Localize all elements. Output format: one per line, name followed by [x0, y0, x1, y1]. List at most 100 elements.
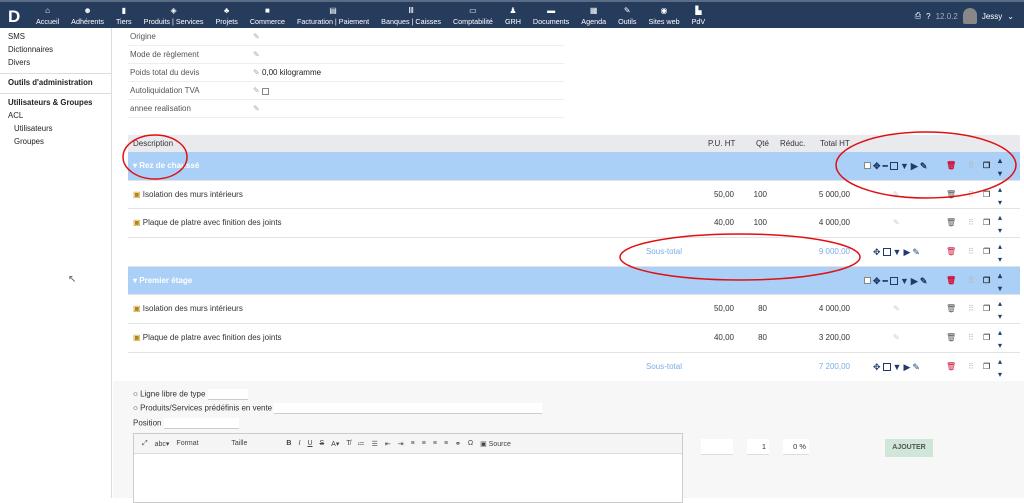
move-up-down-arrows[interactable]: ▴ ▾ — [998, 240, 1002, 266]
move-up-down-arrows[interactable]: ▴ ▾ — [998, 326, 1002, 352]
align-left-icon[interactable]: ≡ — [411, 440, 415, 447]
move-icon[interactable]: ✥ — [873, 238, 881, 266]
edit-pencil-icon[interactable]: ✎ — [920, 267, 928, 295]
size-select[interactable]: Taille — [231, 440, 279, 447]
delete-icon[interactable]: 🗑 — [946, 152, 956, 180]
frame-icon[interactable] — [882, 362, 891, 371]
special-char-icon[interactable]: Ω — [468, 440, 473, 447]
bold-button[interactable]: B — [286, 440, 291, 447]
app-logo[interactable]: D — [8, 7, 20, 27]
edit-pencil-icon[interactable]: ✎ — [893, 209, 900, 237]
drag-grip-icon[interactable]: ⠿ — [968, 267, 974, 295]
sidebar-item-groups[interactable]: Groupes — [0, 135, 111, 148]
clone-icon[interactable]: ❐ — [983, 238, 990, 266]
clone-icon[interactable]: ❐ — [983, 209, 990, 237]
delete-icon[interactable]: 🗑 — [946, 238, 956, 266]
clone-icon[interactable]: ❐ — [983, 353, 990, 381]
italic-button[interactable]: I — [298, 440, 300, 447]
move-icon[interactable]: ✥ — [873, 152, 881, 180]
numbered-list-icon[interactable]: ≔ — [358, 440, 365, 448]
predefined-option[interactable]: ○ Produits/Services prédéfinis en vente — [133, 403, 543, 414]
move-up-down-arrows[interactable]: ▴ ▾ — [998, 355, 1002, 381]
nav-item[interactable]: ■ Commerce — [244, 2, 291, 26]
delete-icon[interactable]: 🗑 — [946, 209, 956, 237]
clone-icon[interactable]: ❐ — [983, 324, 990, 352]
nav-item[interactable]: ▬ Documents — [527, 2, 575, 26]
align-center-icon[interactable]: ≡ — [422, 440, 426, 447]
sidebar-item-misc[interactable]: Divers — [0, 56, 111, 69]
sidebar-item-admin-tools[interactable]: Outils d'administration — [0, 73, 111, 89]
nav-item[interactable]: Ⅲ Banques | Caisses — [375, 2, 447, 26]
nav-item[interactable]: ♟ GRH — [499, 2, 527, 26]
sidebar-item-acl[interactable]: ACL — [0, 109, 111, 122]
filter-icon[interactable]: ▼ — [900, 152, 909, 180]
drag-grip-icon[interactable]: ⠿ — [968, 209, 974, 237]
user-menu[interactable]: Jessy — [982, 12, 1002, 21]
remove-format-icon[interactable]: T̸ — [346, 440, 350, 447]
edit-pencil-icon[interactable]: ✎ — [893, 295, 900, 323]
frame-icon[interactable] — [882, 248, 891, 257]
move-up-down-arrows[interactable]: ▴ ▾ — [998, 297, 1002, 323]
outdent-icon[interactable]: ⇤ — [385, 440, 391, 448]
avatar[interactable] — [962, 8, 977, 24]
select-checkbox[interactable] — [864, 276, 871, 284]
nav-item[interactable]: ▭ Comptabilité — [447, 2, 499, 26]
free-line-type-select[interactable] — [207, 389, 248, 400]
separator-icon[interactable]: ┅ — [883, 152, 888, 180]
strike-button[interactable]: S — [320, 440, 325, 447]
move-up-down-arrows[interactable]: ▴ ▾ — [998, 154, 1002, 180]
nav-item[interactable]: ✎ Outils — [612, 2, 642, 26]
sidebar-item-users-groups[interactable]: Utilisateurs & Groupes — [0, 93, 111, 109]
play-icon[interactable]: ▶ — [911, 267, 918, 295]
filter-icon[interactable]: ▼ — [893, 353, 902, 381]
nav-item[interactable]: ☻ Adhérents — [65, 2, 110, 26]
link-icon[interactable]: ⚭ — [455, 440, 461, 448]
edit-pencil-icon[interactable]: ✎ — [253, 28, 260, 45]
delete-icon[interactable]: 🗑 — [946, 295, 956, 323]
clone-icon[interactable]: ❐ — [983, 181, 990, 209]
move-up-down-arrows[interactable]: ▴ ▾ — [998, 211, 1002, 237]
frame-icon[interactable] — [889, 276, 898, 285]
delete-icon[interactable]: 🗑 — [946, 181, 956, 209]
delete-icon[interactable]: 🗑 — [946, 353, 956, 381]
qty-input[interactable]: 1 — [747, 439, 769, 455]
play-icon[interactable]: ▶ — [911, 152, 918, 180]
filter-icon[interactable]: ▼ — [900, 267, 909, 295]
edit-pencil-icon[interactable]: ✎ — [253, 64, 260, 81]
nav-item[interactable]: ◉ Sites web — [642, 2, 685, 26]
edit-pencil-icon[interactable]: ✎ — [253, 46, 260, 63]
text-color-icon[interactable]: A▾ — [331, 440, 339, 448]
discount-input[interactable]: 0 % — [783, 439, 809, 455]
edit-pencil-icon[interactable]: ✎ — [912, 238, 920, 266]
frame-icon[interactable] — [889, 162, 898, 170]
free-line-option[interactable]: ○ Ligne libre de type — [133, 389, 248, 400]
edit-pencil-icon[interactable]: ✎ — [893, 324, 900, 352]
nav-item[interactable]: ▦ Agenda — [575, 2, 612, 26]
nav-item[interactable]: ◈ Produits | Services — [138, 2, 210, 26]
sidebar-item-dictionaries[interactable]: Dictionnaires — [0, 43, 111, 56]
source-button[interactable]: ▣ Source — [480, 440, 511, 448]
play-icon[interactable]: ▶ — [903, 238, 910, 266]
move-icon[interactable]: ✥ — [873, 353, 881, 381]
sidebar-item-users[interactable]: Utilisateurs — [0, 122, 111, 135]
product-select[interactable] — [274, 403, 543, 414]
filter-icon[interactable]: ▼ — [893, 238, 902, 266]
edit-pencil-icon[interactable]: ✎ — [893, 181, 900, 209]
edit-pencil-icon[interactable]: ✎ — [920, 152, 928, 180]
maximize-icon[interactable]: ⤢ — [142, 440, 148, 448]
move-icon[interactable]: ✥ — [873, 267, 881, 295]
drag-grip-icon[interactable]: ⠿ — [968, 324, 974, 352]
edit-pencil-icon[interactable]: ✎ — [253, 100, 260, 117]
edit-pencil-icon[interactable]: ✎ — [253, 82, 260, 99]
drag-grip-icon[interactable]: ⠿ — [968, 295, 974, 323]
help-icon[interactable]: ? — [926, 12, 930, 21]
justify-icon[interactable]: ≡ — [444, 440, 448, 447]
position-select[interactable] — [163, 418, 239, 429]
price-input[interactable] — [701, 439, 733, 455]
group-title-row[interactable]: ▾ Rez de chaussé ✥ ┅ ▼ ▶ ✎ 🗑 ⠿ ❐ ▴ ▾ — [128, 152, 1020, 181]
align-right-icon[interactable]: ≡ — [433, 440, 437, 447]
clone-icon[interactable]: ❐ — [983, 152, 990, 180]
delete-icon[interactable]: 🗑 — [946, 324, 956, 352]
sidebar-item-sms[interactable]: SMS — [0, 30, 111, 43]
move-up-down-arrows[interactable]: ▴ ▾ — [998, 183, 1002, 209]
